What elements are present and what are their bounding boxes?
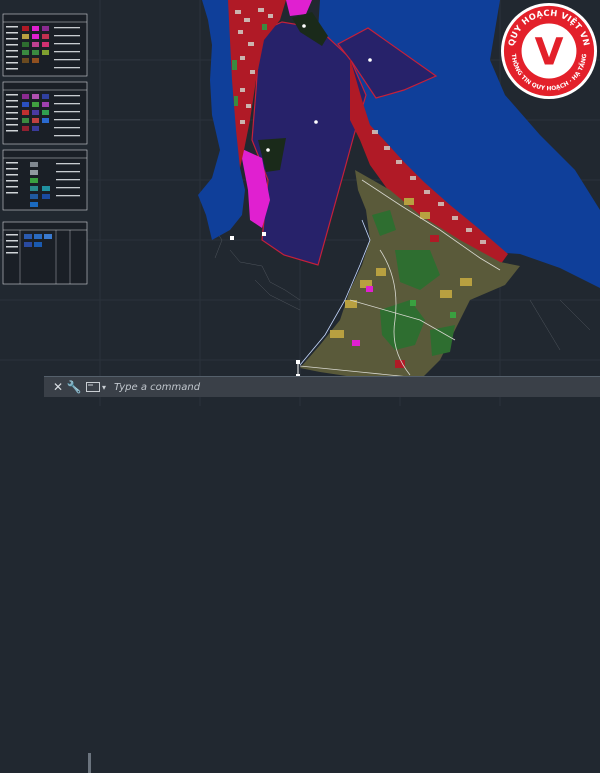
legend-table-4 (2, 221, 88, 285)
wrench-icon[interactable]: 🔧 (66, 378, 82, 396)
point-marker (302, 24, 306, 28)
command-line-bar: ✕ 🔧 ▾ (44, 376, 600, 773)
point-marker (266, 148, 270, 152)
command-prompt-box-icon (86, 382, 100, 392)
point-marker (368, 58, 372, 62)
legend-table-3 (2, 149, 88, 211)
legend-table-1 (2, 13, 88, 77)
command-prompt-icon[interactable]: ▾ (86, 382, 106, 392)
grip-handle[interactable] (296, 360, 300, 364)
logo-letter: V (535, 30, 564, 74)
close-icon[interactable]: ✕ (50, 378, 66, 396)
grip-handle[interactable] (230, 236, 234, 240)
chevron-down-icon: ▾ (102, 382, 107, 392)
command-input[interactable] (112, 380, 517, 394)
grip-handle[interactable] (262, 232, 266, 236)
quy-hoach-viet-logo: QUY HOẠCH VIỆT VN THÔNG TIN QUY HOẠCH · … (500, 2, 598, 100)
command-line-grip[interactable] (88, 753, 91, 773)
legend-table-2 (2, 81, 88, 145)
point-marker (314, 120, 318, 124)
